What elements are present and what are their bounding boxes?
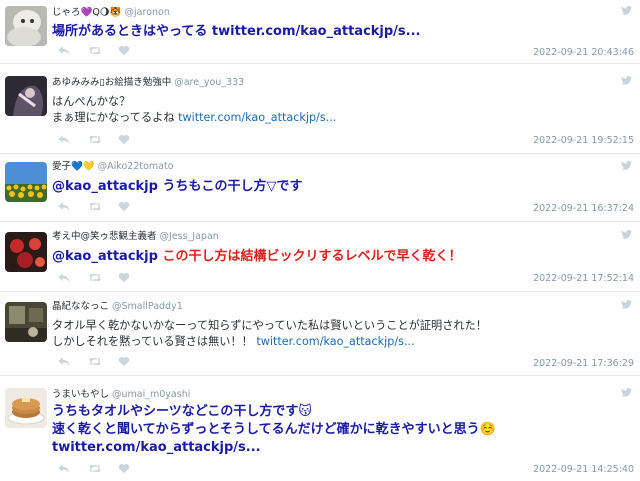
tweet-timestamp[interactable]: 2022-09-21 16:37:24 xyxy=(533,203,634,214)
reply-icon[interactable] xyxy=(58,272,70,283)
tweet-timestamp[interactable]: 2022-09-21 14:25:40 xyxy=(533,464,634,475)
tweet-item[interactable]: 晶紀ななっこ @SmallPaddy1 タオル早く乾かないかなーって知らずにやって… xyxy=(0,292,640,376)
tweet-link[interactable]: twitter.com/kao_attackjp/s... xyxy=(212,24,421,39)
tweet-author: 愛子💙💛 @Aiko22tomato xyxy=(52,158,174,172)
tweet-item[interactable]: うまいもやし @umai_m0yashi うちもタオルやシーツなどこの干し方です😽… xyxy=(0,376,640,481)
author-handle[interactable]: @umai_m0yashi xyxy=(112,389,190,400)
author-handle[interactable]: @jaronon xyxy=(125,7,170,18)
heart-icon[interactable] xyxy=(118,356,130,367)
tweet-mention[interactable]: @kao_attackjp xyxy=(52,249,158,264)
tweet-text: タオル早く乾かないかなーって知らずにやっていた私は賢いということが証明された！ … xyxy=(52,318,626,350)
tweet-author: あゆみみみ▯お絵描き勉強中 @are_you_333 xyxy=(52,74,244,88)
tweet-author: 晶紀ななっこ @SmallPaddy1 xyxy=(52,298,183,312)
author-name[interactable]: うまいもやし xyxy=(52,389,109,400)
retweet-icon[interactable] xyxy=(88,45,102,56)
tweet-text: 場所があるときはやってる twitter.com/kao_attackjp/s.… xyxy=(52,23,626,41)
tweet-item[interactable]: 愛子💙💛 @Aiko22tomato @kao_attackjp うちもこの干し方… xyxy=(0,154,640,222)
twitter-bird-icon[interactable] xyxy=(621,76,632,85)
heart-icon[interactable] xyxy=(118,272,130,283)
tweet-link[interactable]: twitter.com/kao_attackjp/s... xyxy=(178,111,336,124)
tweet-item[interactable]: 考え中@笑ゥ悲観主義者 @Jess_Japan @kao_attackjp この干… xyxy=(0,222,640,292)
tweet-text-line: タオル早く乾かないかなーって知らずにやっていた私は賢いということが証明された！ xyxy=(52,319,487,332)
tweet-text-line: しかしそれを黙っている賢さは無い！！ xyxy=(52,335,257,348)
retweet-icon[interactable] xyxy=(88,463,102,474)
avatar[interactable] xyxy=(5,302,47,342)
tweet-text: @kao_attackjp うちもこの干し方▽です xyxy=(52,178,626,196)
heart-icon[interactable] xyxy=(118,463,130,474)
twitter-bird-icon[interactable] xyxy=(621,388,632,397)
reply-icon[interactable] xyxy=(58,134,70,145)
tweet-timestamp[interactable]: 2022-09-21 17:36:29 xyxy=(533,358,634,369)
tweet-text-line: うちもタオルやシーツなどこの干し方です😽 xyxy=(52,404,312,419)
tweet-timestamp[interactable]: 2022-09-21 17:52:14 xyxy=(533,273,634,284)
tweet-text: うちもタオルやシーツなどこの干し方です😽 速く乾くと聞いてからずっとそうしてるん… xyxy=(52,403,626,457)
reply-icon[interactable] xyxy=(58,463,70,474)
author-name[interactable]: 考え中@笑ゥ悲観主義者 xyxy=(52,231,157,242)
tweet-timestamp[interactable]: 2022-09-21 20:43:46 xyxy=(533,47,634,58)
tweet-author: うまいもやし @umai_m0yashi xyxy=(52,386,190,400)
tweet-text-line: うちもこの干し方▽です xyxy=(157,179,303,194)
heart-icon[interactable] xyxy=(118,45,130,56)
retweet-icon[interactable] xyxy=(88,356,102,367)
reply-icon[interactable] xyxy=(58,356,70,367)
author-handle[interactable]: @are_you_333 xyxy=(174,77,244,88)
tweet-item[interactable]: あゆみみみ▯お絵描き勉強中 @are_you_333 はんぺんかな？ まぁ理にかな… xyxy=(0,64,640,154)
tweet-text-line: この干し方は結構ビックリするレベルで早く乾く！ xyxy=(157,249,462,264)
tweet-text: @kao_attackjp この干し方は結構ビックリするレベルで早く乾く！ xyxy=(52,248,626,266)
avatar[interactable] xyxy=(5,232,47,272)
tweet-timestamp[interactable]: 2022-09-21 19:52:15 xyxy=(533,135,634,146)
tweet-author: 考え中@笑ゥ悲観主義者 @Jess_Japan xyxy=(52,228,219,242)
tweet-author: じゃろ💜Q🌖🐯 @jaronon xyxy=(52,4,170,18)
reply-icon[interactable] xyxy=(58,45,70,56)
retweet-icon[interactable] xyxy=(88,272,102,283)
heart-icon[interactable] xyxy=(118,134,130,145)
author-handle[interactable]: @Jess_Japan xyxy=(160,231,219,242)
author-handle[interactable]: @SmallPaddy1 xyxy=(112,301,183,312)
tweet-item[interactable]: じゃろ💜Q🌖🐯 @jaronon 場所があるときはやってる twitter.com… xyxy=(0,0,640,64)
heart-icon[interactable] xyxy=(118,201,130,212)
tweet-text-line: はんぺんかな？ xyxy=(52,95,131,108)
avatar[interactable] xyxy=(5,76,47,116)
retweet-icon[interactable] xyxy=(88,134,102,145)
author-handle[interactable]: @Aiko22tomato xyxy=(98,161,174,172)
tweet-mention[interactable]: @kao_attackjp xyxy=(52,179,158,194)
tweet-text-line: まぁ理にかなってるよね xyxy=(52,111,179,124)
avatar[interactable] xyxy=(5,388,47,428)
retweet-icon[interactable] xyxy=(88,201,102,212)
twitter-bird-icon[interactable] xyxy=(621,161,632,170)
tweet-text-line: 場所があるときはやってる xyxy=(52,24,212,39)
tweet-link[interactable]: twitter.com/kao_attackjp/s... xyxy=(52,439,626,457)
author-name[interactable]: 晶紀ななっこ xyxy=(52,301,109,312)
tweet-feed: じゃろ💜Q🌖🐯 @jaronon 場所があるときはやってる twitter.com… xyxy=(0,0,640,481)
author-name[interactable]: じゃろ💜Q🌖🐯 xyxy=(52,7,122,18)
twitter-bird-icon[interactable] xyxy=(621,6,632,15)
twitter-bird-icon[interactable] xyxy=(621,230,632,239)
reply-icon[interactable] xyxy=(58,201,70,212)
avatar[interactable] xyxy=(5,162,47,202)
twitter-bird-icon[interactable] xyxy=(621,300,632,309)
avatar[interactable] xyxy=(5,6,47,46)
tweet-text: はんぺんかな？ まぁ理にかなってるよね twitter.com/kao_atta… xyxy=(52,94,626,126)
tweet-link[interactable]: twitter.com/kao_attackjp/s... xyxy=(256,335,414,348)
author-name[interactable]: あゆみみみ▯お絵描き勉強中 xyxy=(52,77,171,88)
author-name[interactable]: 愛子💙💛 xyxy=(52,161,95,172)
tweet-text-line: 速く乾くと聞いてからずっとそうしてるんだけど確かに乾きやすいと思う☺️ xyxy=(52,422,496,437)
